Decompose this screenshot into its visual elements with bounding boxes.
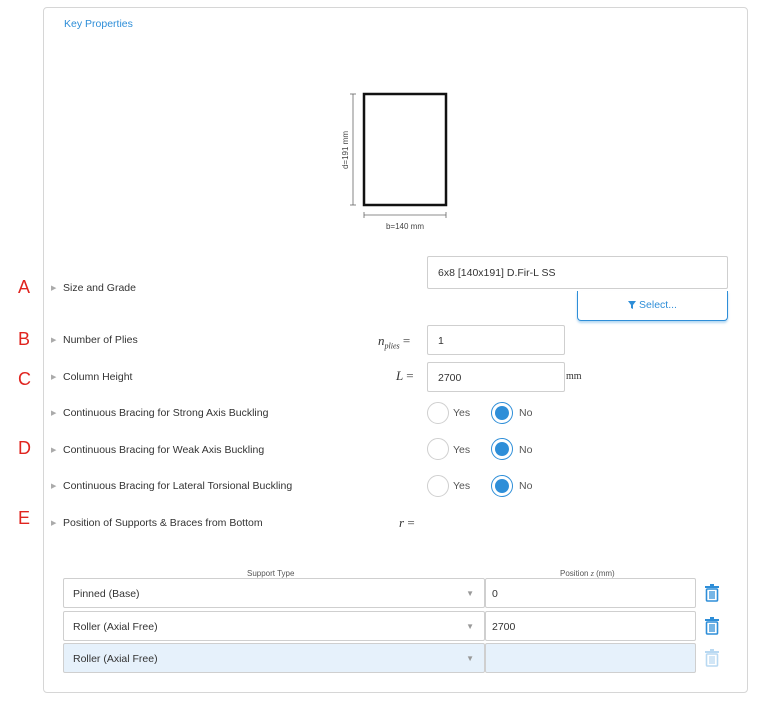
expand-arrow-icon[interactable]: ▶ [51, 446, 56, 454]
table-row: Roller (Axial Free) ▼ 2700 [63, 611, 719, 641]
cross-section-diagram: d=191 mm b=140 mm [341, 92, 448, 231]
strong-axis-label: Continuous Bracing for Strong Axis Buckl… [63, 407, 269, 419]
support-type-select[interactable]: Roller (Axial Free) ▼ [63, 643, 485, 673]
weak-axis-no-label: No [519, 444, 533, 456]
lateral-torsional-row: ▶ Continuous Bracing for Lateral Torsion… [44, 475, 747, 499]
chevron-down-icon: ▼ [466, 622, 474, 631]
lateral-torsional-label: Continuous Bracing for Lateral Torsional… [63, 480, 293, 492]
lateral-torsional-yes-label: Yes [453, 480, 471, 492]
supports-symbol: r = [399, 515, 415, 530]
table-row: Pinned (Base) ▼ 0 [63, 578, 719, 608]
plies-input[interactable]: 1 [427, 325, 565, 355]
expand-arrow-icon[interactable]: ▶ [51, 284, 56, 292]
chevron-down-icon: ▼ [466, 654, 474, 663]
plies-label: Number of Plies [63, 334, 138, 346]
support-type-header: Support Type [247, 569, 295, 578]
position-input[interactable] [485, 643, 696, 673]
filter-icon [628, 301, 637, 309]
chevron-down-icon: ▼ [466, 589, 474, 598]
weak-axis-row: ▶ Continuous Bracing for Weak Axis Buckl… [44, 439, 747, 463]
support-type-select[interactable]: Roller (Axial Free) ▼ [63, 611, 485, 641]
strong-axis-yes-radio[interactable] [427, 402, 449, 424]
strong-axis-row: ▶ Continuous Bracing for Strong Axis Buc… [44, 402, 747, 426]
size-grade-row: ▶ Size and Grade [44, 277, 747, 301]
expand-arrow-icon[interactable]: ▶ [51, 373, 56, 381]
expand-arrow-icon[interactable]: ▶ [51, 482, 56, 490]
lateral-torsional-no-radio[interactable] [491, 475, 513, 497]
strong-axis-no-label: No [519, 407, 533, 419]
trash-icon[interactable] [704, 617, 720, 635]
size-grade-label: Size and Grade [63, 282, 136, 294]
weak-axis-no-radio[interactable] [491, 438, 513, 460]
trash-icon[interactable] [704, 584, 720, 602]
expand-arrow-icon[interactable]: ▶ [51, 519, 56, 527]
callout-d: D [18, 438, 31, 458]
height-unit: mm [566, 371, 582, 382]
expand-arrow-icon[interactable]: ▶ [51, 409, 56, 417]
height-symbol: L = [396, 368, 414, 383]
expand-arrow-icon[interactable]: ▶ [51, 336, 56, 344]
lateral-torsional-yes-radio[interactable] [427, 475, 449, 497]
position-input[interactable]: 0 [485, 578, 696, 608]
plies-row: ▶ Number of Plies nplies = [44, 329, 747, 353]
height-input[interactable]: 2700 [427, 362, 565, 392]
weak-axis-label: Continuous Bracing for Weak Axis Bucklin… [63, 444, 265, 456]
strong-axis-no-radio[interactable] [491, 402, 513, 424]
trash-icon [705, 649, 719, 667]
weak-axis-yes-radio[interactable] [427, 438, 449, 460]
panel-title: Key Properties [64, 18, 133, 30]
support-type-select[interactable]: Pinned (Base) ▼ [63, 578, 485, 608]
callout-a: A [18, 277, 31, 297]
strong-axis-yes-label: Yes [453, 407, 471, 419]
width-label: b=140 mm [386, 222, 424, 231]
lateral-torsional-no-label: No [519, 480, 533, 492]
table-row: Roller (Axial Free) ▼ [63, 643, 719, 673]
supports-label: Position of Supports & Braces from Botto… [63, 517, 263, 529]
callout-e: E [18, 508, 31, 528]
depth-label: d=191 mm [341, 131, 350, 169]
section-rectangle [362, 92, 448, 207]
callout-b: B [18, 329, 31, 349]
callout-c: C [18, 369, 31, 389]
supports-row: ▶ Position of Supports & Braces from Bot… [44, 512, 747, 536]
position-input[interactable]: 2700 [485, 611, 696, 641]
position-header: Position z (mm) [560, 569, 615, 578]
weak-axis-yes-label: Yes [453, 444, 471, 456]
height-row: ▶ Column Height L = mm [44, 366, 747, 390]
key-properties-panel: Key Properties d=191 mm b=140 mm 6x8 [14… [43, 7, 748, 693]
plies-symbol: nplies = [378, 333, 411, 351]
height-label: Column Height [63, 371, 133, 383]
